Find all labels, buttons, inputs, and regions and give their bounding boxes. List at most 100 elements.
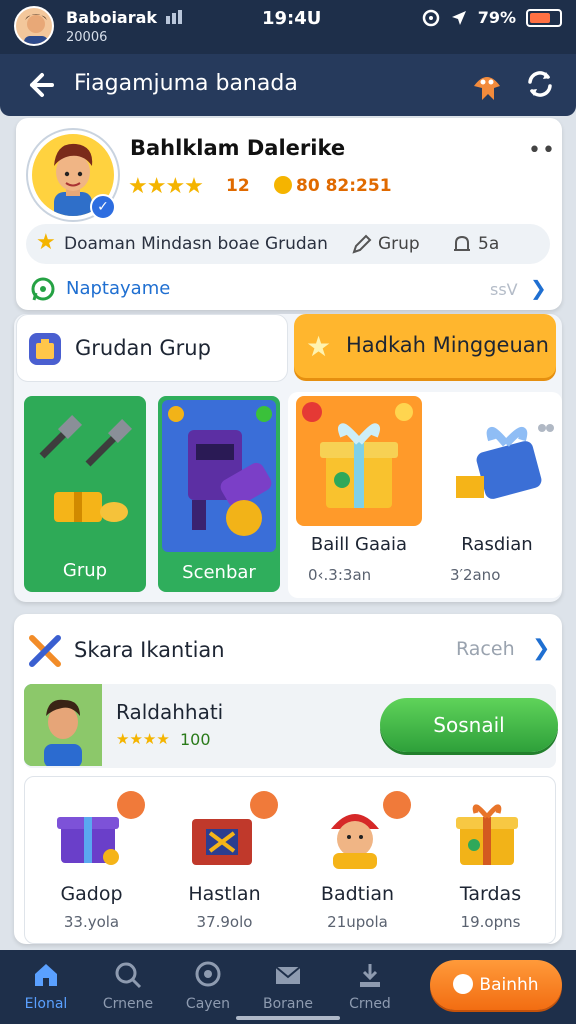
rewards-row: Gadop 33.yola Hastlan 37.9olo Badtian 21… bbox=[24, 776, 556, 944]
status-right-group: 79% bbox=[422, 8, 562, 27]
tab-grudan-label: Grudan Grup bbox=[75, 336, 211, 360]
gift-tile-paid[interactable] bbox=[296, 396, 422, 526]
tile-scenbar-label: Scenbar bbox=[182, 562, 256, 583]
section-link[interactable]: Raceh bbox=[456, 638, 515, 660]
alarm-icon bbox=[422, 9, 439, 26]
nav-cta-label: Bainhh bbox=[479, 975, 539, 995]
reward-item[interactable]: Tardas 19.opns bbox=[424, 777, 557, 945]
gift-rasdian-label: Rasdian bbox=[461, 534, 533, 555]
robot-game-art bbox=[162, 400, 276, 552]
tile-grup-label: Grup bbox=[62, 560, 108, 581]
groups-section: Grudan Grup ★ Hadkah Minggeuan Grup Scen… bbox=[14, 314, 562, 602]
friend-score: 100 bbox=[180, 730, 211, 749]
reward-label: Tardas bbox=[459, 883, 522, 905]
nav-cta-button[interactable]: Bainhh bbox=[430, 960, 562, 1010]
verified-badge-icon: ✓ bbox=[90, 194, 116, 220]
nav-label: Cayen bbox=[185, 996, 231, 1012]
reward-label: Gadop bbox=[60, 883, 123, 905]
section-title: Skara Ikantian bbox=[74, 638, 225, 662]
battery-icon bbox=[526, 8, 562, 27]
tile-grup[interactable]: Grup bbox=[24, 396, 146, 592]
group-box-icon bbox=[29, 333, 61, 365]
battery-percent: 79% bbox=[477, 8, 516, 27]
edit-group-icon[interactable] bbox=[350, 232, 374, 256]
profile-info-pill: ★ Doaman Mindasn boae Grudan Grup 5a bbox=[26, 224, 550, 264]
star-icon: ★ bbox=[36, 230, 56, 255]
friend-row[interactable]: Raldahhati ★★★★ 100 Sosnail bbox=[24, 684, 558, 768]
status-time: 19:4U bbox=[262, 8, 322, 29]
chevron-right-icon[interactable]: ❯ bbox=[530, 276, 547, 300]
profile-points: 80 82:251 bbox=[296, 176, 392, 196]
gift-purple-icon bbox=[57, 817, 119, 865]
hammer-tools-icon bbox=[39, 414, 133, 522]
character-icon bbox=[331, 814, 379, 869]
gift-paid-sub: 0‹.3:3an bbox=[308, 566, 372, 584]
gift-rasdian-sub: 3′2ano bbox=[450, 566, 501, 584]
profile-stars: ★★★★ bbox=[128, 174, 204, 199]
profile-bell-count: 5a bbox=[478, 234, 500, 254]
gift-box-icon bbox=[302, 402, 413, 508]
friend-action-button[interactable]: Sosnail bbox=[380, 698, 558, 752]
reward-label: Hastlan bbox=[188, 883, 261, 905]
profile-link-row[interactable]: Naptayame bbox=[66, 278, 170, 299]
search-icon bbox=[115, 962, 142, 989]
nav-label: Elonal bbox=[24, 996, 68, 1012]
profile-pill-text: Doaman Mindasn boae Grudan bbox=[64, 234, 328, 254]
reward-item[interactable]: Badtian 21upola bbox=[291, 777, 424, 945]
home-icon bbox=[35, 964, 57, 986]
reward-label: Badtian bbox=[320, 883, 395, 905]
profile-rating: 12 bbox=[226, 176, 250, 196]
whatsapp-icon bbox=[31, 277, 55, 301]
friend-avatar[interactable] bbox=[24, 684, 102, 766]
nav-item-chat[interactable]: Cayen bbox=[170, 956, 246, 1020]
nav-item-mail[interactable]: Borane bbox=[250, 956, 326, 1020]
status-subtitle: 20006 bbox=[66, 30, 108, 45]
tab-weekly-label: Hadkah Minggeuan bbox=[346, 333, 549, 357]
signal-bars-icon bbox=[166, 10, 182, 24]
reward-sub: 33.yola bbox=[63, 913, 120, 931]
profile-card: ✓ Bahlklam Dalerike • • ★★★★ 12 80 82:25… bbox=[16, 118, 562, 310]
reward-sub: 19.opns bbox=[460, 913, 521, 931]
profile-name: Bahlklam Dalerike bbox=[130, 136, 346, 160]
nav-label: Crnene bbox=[102, 996, 154, 1012]
location-arrow-icon bbox=[451, 10, 466, 25]
tab-hadkah-mingguan[interactable]: ★ Hadkah Minggeuan bbox=[294, 314, 556, 378]
nav-item-home[interactable]: Elonal bbox=[8, 956, 84, 1020]
nav-item-download[interactable]: Crned bbox=[332, 956, 408, 1020]
treasure-box-icon bbox=[192, 819, 252, 865]
reward-item[interactable]: Hastlan 37.9olo bbox=[158, 777, 291, 945]
refresh-icon[interactable] bbox=[522, 66, 558, 102]
chevron-right-icon[interactable]: ❯ bbox=[532, 636, 550, 661]
reward-sub: 21upola bbox=[327, 913, 388, 931]
gift-panel: Baill Gaaia 0‹.3:3an Rasdian 3′2ano bbox=[288, 392, 562, 598]
nav-label: Borane bbox=[263, 996, 313, 1012]
coin-icon bbox=[274, 176, 292, 194]
friends-section: Skara Ikantian Raceh ❯ Raldahhati ★★★★ 1… bbox=[14, 614, 562, 944]
profile-grup-label[interactable]: Grup bbox=[378, 234, 420, 254]
more-options-icon[interactable]: • • bbox=[528, 138, 555, 163]
reward-badge-icon[interactable] bbox=[470, 66, 504, 102]
bell-icon[interactable] bbox=[450, 232, 474, 256]
nav-item-search[interactable]: Crnene bbox=[90, 956, 166, 1020]
reward-sub: 37.9olo bbox=[196, 913, 253, 931]
status-avatar[interactable] bbox=[14, 6, 54, 46]
tile-scenbar[interactable]: Scenbar bbox=[158, 396, 280, 592]
mail-icon bbox=[275, 966, 301, 984]
status-bar: Baboiarak 20006 19:4U 79% bbox=[0, 0, 576, 54]
download-icon bbox=[360, 964, 380, 987]
back-arrow-icon[interactable] bbox=[22, 67, 58, 103]
gift-box-blue-icon bbox=[456, 424, 554, 499]
profile-link-value: ssV bbox=[490, 280, 518, 299]
crossed-swords-icon bbox=[29, 635, 61, 667]
reward-item[interactable]: Gadop 33.yola bbox=[25, 777, 158, 945]
nav-label: Crned bbox=[349, 996, 391, 1012]
chat-icon bbox=[195, 961, 221, 987]
tab-grudan-grup[interactable]: Grudan Grup bbox=[16, 314, 288, 382]
app-header: Fiagamjuma banada bbox=[0, 54, 576, 116]
chat-bubble-icon bbox=[453, 974, 474, 994]
friend-name: Raldahhati bbox=[116, 700, 224, 724]
star-icon: ★ bbox=[306, 330, 332, 363]
status-name: Baboiarak bbox=[66, 8, 158, 27]
page-title: Fiagamjuma banada bbox=[74, 71, 298, 96]
gift-paid-label: Baill Gaaia bbox=[310, 534, 408, 555]
